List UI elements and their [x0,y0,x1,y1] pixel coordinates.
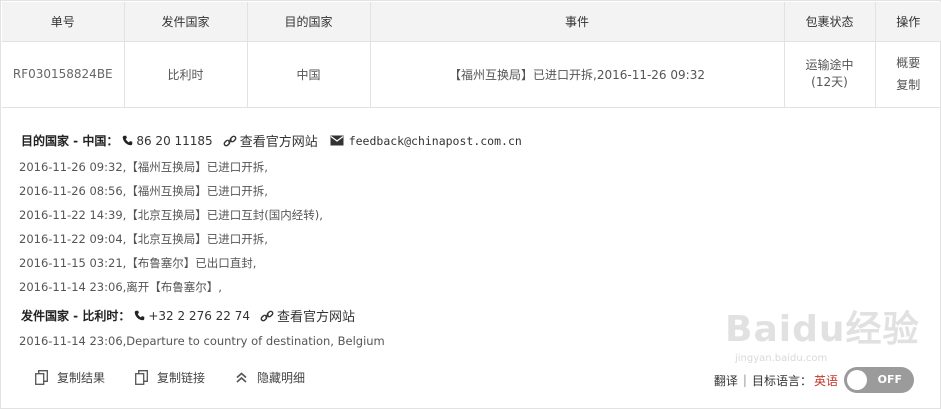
copy-icon [35,370,48,385]
translate-toggle[interactable]: OFF [844,367,914,393]
copy-link-label: 复制链接 [157,371,206,385]
translate-label: 翻译 [713,373,738,388]
status-cell: 运输途中 (12天) [784,41,876,108]
phone-icon [134,310,145,321]
origin-event-1: 2016-11-14 23:06,Departure to country of… [19,334,385,348]
hide-details-button[interactable]: 隐藏明细 [235,369,305,386]
double-chevron-up-icon [236,372,247,383]
destination-heading: 目的国家 - 中国： [21,134,119,148]
origin-country-cell: 比利时 [124,41,248,108]
tracking-table: 单号 发件国家 目的国家 事件 包裹状态 操作 RF030158824BE 比利… [2,2,941,108]
status-text: 运输途中 [805,58,854,72]
destination-website-label: 查看官方网站 [239,135,318,150]
action-bar: 复制结果 复制链接 隐藏明细 翻译 | 目标语言： 英语 OFF [1,363,941,393]
baidu-jingyan-watermark: Baidu经验 [725,309,920,350]
header-operation: 操作 [875,2,941,42]
watermark-url: jingyan.baidu.com [735,353,828,364]
operation-cell: 概要 复制 [875,41,941,108]
destination-event-1: 2016-11-26 09:32,【福州互换局】已进口开拆, [19,160,268,174]
header-event: 事件 [370,2,785,42]
destination-event-2: 2016-11-26 08:56,【福州互换局】已进口开拆, [19,184,268,198]
copy-icon [135,370,148,385]
origin-heading: 发件国家 - 比利时： [21,309,131,323]
hide-details-label: 隐藏明细 [257,371,306,385]
destination-phone: 86 20 11185 [136,133,213,148]
event-cell: 【福州互换局】已进口开拆,2016-11-26 09:32 [370,41,785,108]
destination-country-cell: 中国 [247,41,371,108]
header-destination-country: 目的国家 [247,2,371,42]
copy-link[interactable]: 复制 [876,74,941,96]
destination-event-3: 2016-11-22 14:39,【北京互换局】已进口互封(国内经转), [19,208,323,222]
envelope-icon [330,135,344,146]
copy-result-button[interactable]: 复制结果 [35,369,105,386]
target-language-value[interactable]: 英语 [814,372,838,389]
status-days: (12天) [811,75,848,89]
tracking-number-cell: RF030158824BE [2,41,125,108]
target-language-label: 目标语言： [751,373,812,388]
destination-email-link[interactable]: feedback@chinapost.com.cn [330,134,522,148]
translate-separator: | [742,373,747,387]
translate-controls: 翻译 | 目标语言： 英语 OFF [714,367,914,393]
origin-heading-row: 发件国家 - 比利时： +32 2 276 22 74 查看官方网站 [21,306,355,326]
destination-email: feedback@chinapost.com.cn [348,133,522,148]
origin-phone: +32 2 276 22 74 [148,308,251,323]
copy-link-button[interactable]: 复制链接 [135,369,205,386]
destination-event-6: 2016-11-14 23:06,离开【布鲁塞尔】, [19,280,222,294]
toggle-state: OFF [877,373,902,386]
destination-website-link[interactable]: 查看官方网站 [223,131,318,150]
phone-icon [122,135,133,146]
header-tracking-number: 单号 [2,2,125,42]
header-status: 包裹状态 [784,2,876,42]
origin-website-label: 查看官方网站 [277,310,356,325]
destination-event-4: 2016-11-22 09:04,【北京互换局】已进口开拆, [19,232,268,246]
summary-link[interactable]: 概要 [876,52,941,74]
copy-result-label: 复制结果 [57,371,106,385]
toggle-knob [847,370,867,390]
header-origin-country: 发件国家 [124,2,248,42]
destination-heading-row: 目的国家 - 中国： 86 20 11185 查看官方网站 feedback@c… [21,131,522,151]
tracking-panel: 单号 发件国家 目的国家 事件 包裹状态 操作 RF030158824BE 比利… [0,0,941,409]
origin-website-link[interactable]: 查看官方网站 [260,306,355,325]
link-icon [223,135,237,146]
destination-event-5: 2016-11-15 03:21,【布鲁塞尔】已出口直封, [19,256,257,270]
table-header-row: 单号 发件国家 目的国家 事件 包裹状态 操作 [2,2,941,42]
table-row: RF030158824BE 比利时 中国 【福州互换局】已进口开拆,2016-1… [2,41,941,108]
link-icon [260,310,274,321]
